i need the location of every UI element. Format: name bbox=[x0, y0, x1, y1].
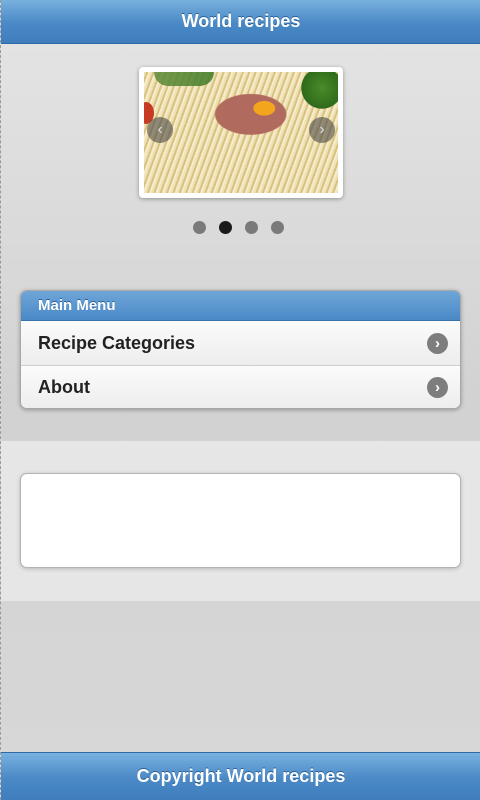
herb-garnish bbox=[154, 72, 214, 86]
menu-item-label: Recipe Categories bbox=[38, 332, 196, 353]
menu-item-recipe-categories[interactable]: Recipe Categories › bbox=[21, 321, 460, 365]
footer-text: Copyright World recipes bbox=[136, 766, 346, 786]
ad-container[interactable] bbox=[20, 473, 461, 568]
slider-dot-active[interactable] bbox=[219, 221, 232, 234]
app-footer: Copyright World recipes bbox=[1, 752, 480, 800]
slider-dot[interactable] bbox=[245, 221, 258, 234]
menu-item-label: About bbox=[38, 377, 90, 397]
image-slider[interactable]: ‹ › bbox=[139, 67, 343, 198]
chevron-right-icon[interactable]: › bbox=[309, 117, 335, 143]
slider-dot[interactable] bbox=[271, 221, 284, 234]
recipe-photo[interactable]: ‹ › bbox=[144, 72, 338, 193]
main-menu: Main Menu Recipe Categories › About › bbox=[20, 290, 461, 409]
main-menu-header: Main Menu bbox=[21, 291, 460, 321]
app-header: World recipes bbox=[1, 0, 480, 44]
chevron-right-icon: › bbox=[427, 332, 448, 354]
herb-garnish bbox=[298, 72, 338, 112]
chevron-right-icon: › bbox=[427, 377, 448, 398]
slider-pagination bbox=[193, 221, 293, 235]
slider-dot[interactable] bbox=[193, 221, 206, 234]
page-title: World recipes bbox=[181, 11, 301, 31]
chevron-left-icon[interactable]: ‹ bbox=[147, 117, 173, 143]
menu-item-about[interactable]: About › bbox=[21, 365, 460, 408]
main-menu-title: Main Menu bbox=[38, 297, 116, 314]
